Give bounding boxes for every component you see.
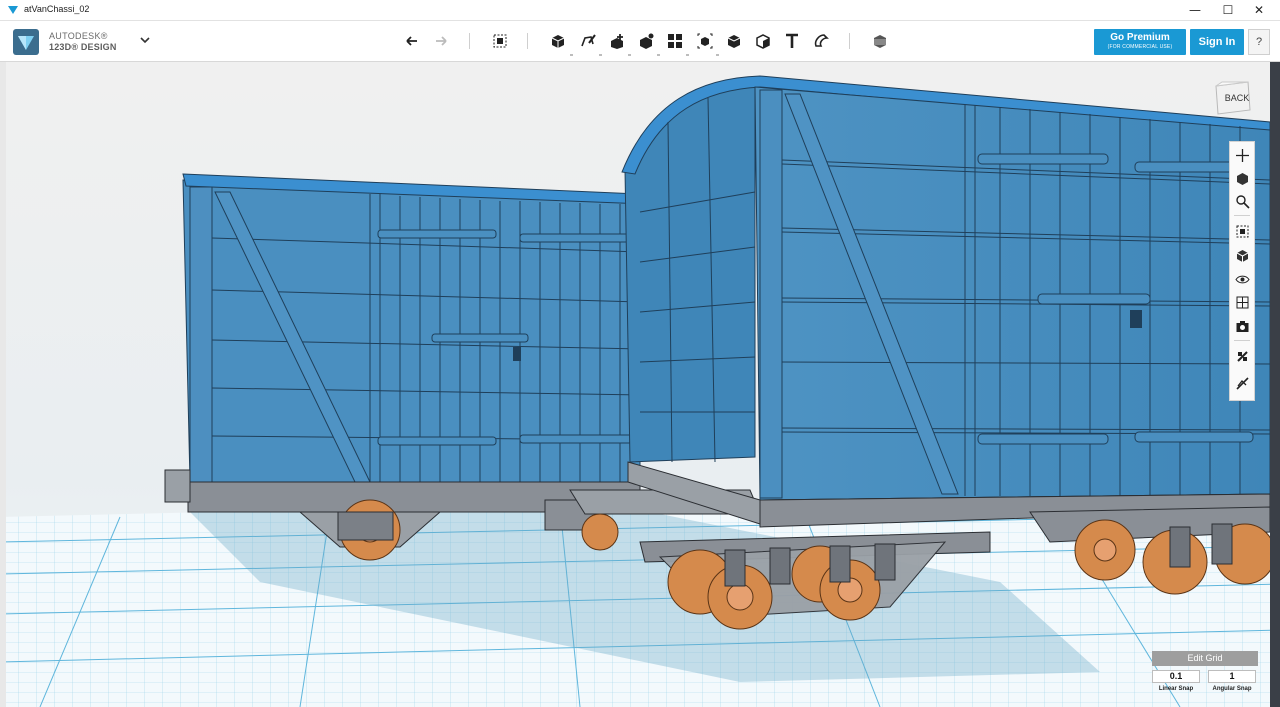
grid-snap-icon — [1236, 350, 1248, 362]
view-cube-face-label: BACK — [1225, 93, 1250, 103]
redo-button[interactable] — [430, 30, 452, 52]
scene-canvas[interactable] — [0, 62, 1280, 707]
grid-snap-button[interactable] — [1233, 347, 1251, 365]
visibility-button[interactable] — [1233, 270, 1251, 288]
construct-icon — [611, 34, 623, 49]
orbit-button[interactable] — [1233, 169, 1251, 187]
view-cube-icon — [1236, 249, 1248, 262]
combine-button[interactable] — [723, 30, 745, 52]
toolbar-separator — [849, 33, 850, 49]
right-wagon-model[interactable] — [621, 75, 1276, 630]
product-name: 123D® DESIGN — [49, 42, 117, 52]
primitives-icon — [551, 35, 565, 48]
materials-outlines-button[interactable] — [1233, 293, 1251, 311]
view-cube[interactable]: BACK — [1212, 80, 1254, 118]
left-edge — [0, 62, 6, 707]
angular-snap-field[interactable]: 1 — [1208, 670, 1256, 683]
sign-in-button[interactable]: Sign In — [1190, 29, 1244, 55]
material-button[interactable] — [869, 30, 891, 52]
snapshot-button[interactable] — [1233, 317, 1251, 335]
snap-button[interactable] — [810, 30, 832, 52]
app-icon — [8, 6, 18, 14]
pan-button[interactable] — [1233, 146, 1251, 164]
fit-icon — [1236, 225, 1248, 237]
pattern-icon — [668, 34, 682, 48]
go-premium-label: Go Premium — [1110, 32, 1170, 43]
zoom-icon — [1235, 194, 1250, 209]
snapshot-icon — [1236, 320, 1248, 332]
combine-icon — [727, 35, 741, 48]
maximize-button[interactable]: ☐ — [1213, 0, 1243, 20]
main-toolbar: AUTODESK® 123D® DESIGN Go Premium (FOR C… — [0, 21, 1280, 62]
edit-grid-button[interactable]: Edit Grid — [1152, 651, 1258, 666]
go-premium-button[interactable]: Go Premium (FOR COMMERCIAL USE) — [1094, 29, 1186, 55]
orbit-icon — [1236, 172, 1248, 185]
text-button[interactable] — [781, 30, 803, 52]
pan-icon — [1235, 148, 1249, 162]
brand-name: AUTODESK® — [49, 31, 108, 41]
materials-outlines-icon — [1236, 296, 1248, 308]
chevron-down-icon[interactable] — [138, 32, 152, 48]
help-button[interactable]: ? — [1248, 29, 1270, 55]
visibility-icon — [1234, 275, 1250, 283]
app-window: atVanChassi_02 — ☐ ✕ AUTODESK® 123D® DES… — [0, 0, 1280, 707]
3d-viewport[interactable] — [0, 62, 1280, 707]
window-title: atVanChassi_02 — [24, 4, 90, 14]
snap-icon — [814, 34, 829, 47]
linear-snap-field[interactable]: 0.1 — [1152, 670, 1200, 683]
text-icon — [786, 33, 798, 48]
pattern-button[interactable] — [664, 30, 686, 52]
material-icon — [874, 35, 886, 48]
undo-button[interactable] — [401, 30, 423, 52]
transform-button[interactable] — [489, 30, 511, 52]
zoom-button[interactable] — [1233, 192, 1251, 210]
measure-icon — [756, 34, 770, 49]
modify-icon — [640, 33, 654, 49]
minimize-button[interactable]: — — [1180, 0, 1210, 20]
redo-icon — [436, 36, 447, 46]
modify-button[interactable] — [635, 30, 657, 52]
sketch-button[interactable] — [577, 30, 599, 52]
hide-button[interactable] — [1233, 374, 1251, 392]
construct-button[interactable] — [606, 30, 628, 52]
edit-grid-panel: Edit Grid 0.1 1 Linear Snap Angular Snap — [1152, 651, 1258, 695]
measure-button[interactable] — [752, 30, 774, 52]
view-cube-button[interactable] — [1233, 246, 1251, 264]
linear-snap-label: Linear Snap — [1158, 686, 1194, 692]
primitives-button[interactable] — [547, 30, 569, 52]
right-edge-panel — [1270, 62, 1280, 707]
go-premium-sublabel: (FOR COMMERCIAL USE) — [1107, 44, 1173, 50]
fit-button[interactable] — [1233, 222, 1251, 240]
toolbar-separator — [469, 33, 470, 49]
title-bar: atVanChassi_02 — ☐ ✕ — [0, 0, 1280, 21]
close-button[interactable]: ✕ — [1244, 0, 1274, 20]
sketch-icon — [581, 34, 596, 47]
angular-snap-label: Angular Snap — [1212, 686, 1252, 692]
grouping-button[interactable] — [694, 30, 716, 52]
autodesk-123d-logo-icon[interactable] — [12, 28, 40, 56]
undo-icon — [406, 36, 417, 46]
toolbar-separator — [527, 33, 528, 49]
navigation-bar — [1229, 141, 1255, 401]
transform-icon — [493, 34, 507, 48]
hide-icon — [1235, 376, 1249, 390]
grouping-icon — [697, 33, 713, 49]
